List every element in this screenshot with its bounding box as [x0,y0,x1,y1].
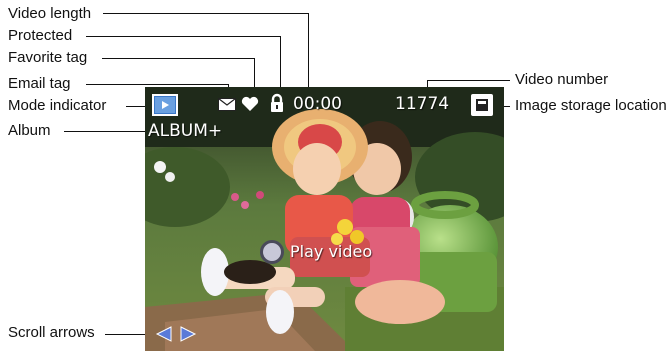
video-time-readout: 00:00 [293,94,342,114]
heart-icon [241,96,259,111]
video-number-readout: 11774 [395,94,450,114]
leader-video-number-h [427,80,510,81]
leader-album-h [64,131,147,132]
scroll-right-arrow-icon[interactable] [179,325,197,343]
leader-video-length-v [308,13,309,92]
memory-card-icon [471,94,493,116]
callout-video-length: Video length [8,5,92,22]
callout-album: Album [8,122,51,139]
callout-protected: Protected [8,27,73,44]
leader-protected-v [280,36,281,90]
scroll-left-arrow-icon[interactable] [155,325,173,343]
lock-icon [271,93,283,112]
leader-email-h [86,84,229,85]
album-label: ALBUM+ [148,121,223,141]
callout-scroll-arrows: Scroll arrows [8,324,95,341]
callout-video-number: Video number [515,71,609,88]
video-mode-icon [152,94,178,116]
leader-video-length-h [103,13,309,14]
callout-image-storage-location: Image storage location [515,97,667,114]
envelope-icon [218,98,236,111]
play-video-button[interactable] [260,240,284,264]
callout-favorite-tag: Favorite tag [8,49,88,66]
play-video-label[interactable]: Play video [290,242,372,262]
leader-favorite-h [102,58,255,59]
camera-lcd-screen: 00:00 11774 ALBUM+ Play video [145,87,504,351]
callout-mode-indicator: Mode indicator [8,97,107,114]
leader-favorite-v [254,58,255,90]
leader-protected-h [86,36,281,37]
callout-email-tag: Email tag [8,75,71,92]
